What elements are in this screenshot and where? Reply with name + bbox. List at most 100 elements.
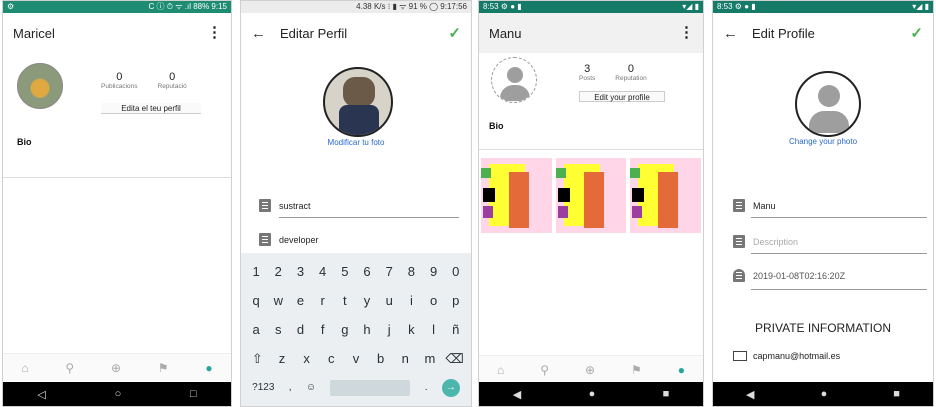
- home-icon[interactable]: ⌂: [21, 361, 28, 375]
- stat-reputation: 0 Reputation: [615, 63, 646, 82]
- key[interactable]: 7: [379, 264, 399, 279]
- location-icon[interactable]: ⚑: [631, 363, 642, 377]
- key[interactable]: l: [424, 322, 444, 337]
- key[interactable]: 8: [401, 264, 421, 279]
- save-check-icon[interactable]: ✓: [448, 24, 461, 42]
- edit-profile-button[interactable]: Edit your profile: [579, 91, 665, 102]
- recents-icon[interactable]: ■: [663, 388, 670, 400]
- key[interactable]: 1: [246, 264, 266, 279]
- post-thumbnail[interactable]: [555, 158, 627, 233]
- key[interactable]: 4: [313, 264, 333, 279]
- app-bar: Manu ⋮: [479, 13, 703, 53]
- key[interactable]: m: [420, 351, 440, 366]
- app-bar: Maricel ⋮: [3, 13, 231, 53]
- app-bar: ← Edit Profile ✓: [713, 13, 933, 53]
- back-arrow-icon[interactable]: ←: [723, 25, 738, 42]
- search-icon[interactable]: ⚲: [540, 363, 549, 377]
- key[interactable]: 3: [290, 264, 310, 279]
- space-bar[interactable]: [330, 379, 411, 396]
- person-icon[interactable]: ●: [205, 361, 212, 375]
- overflow-menu-icon[interactable]: ⋮: [207, 25, 222, 40]
- post-thumbnail[interactable]: [630, 158, 702, 233]
- key[interactable]: h: [357, 322, 377, 337]
- avatar-head: [507, 67, 523, 83]
- avatar[interactable]: [17, 63, 63, 109]
- home-button-icon[interactable]: ○: [115, 388, 122, 400]
- back-icon[interactable]: ◁: [37, 388, 45, 401]
- profile-photo[interactable]: [323, 67, 393, 137]
- description-field[interactable]: developer: [259, 233, 319, 246]
- key[interactable]: i: [401, 293, 421, 308]
- period-key[interactable]: .: [425, 382, 428, 393]
- key[interactable]: ñ: [446, 322, 466, 337]
- description-field[interactable]: Description: [733, 235, 798, 248]
- emoji-key[interactable]: ☺: [306, 382, 316, 393]
- key[interactable]: z: [272, 351, 292, 366]
- key[interactable]: q: [246, 293, 266, 308]
- key[interactable]: ⌫: [445, 351, 465, 367]
- home-icon[interactable]: ⌂: [497, 363, 504, 377]
- key[interactable]: w: [268, 293, 288, 308]
- overflow-menu-icon[interactable]: ⋮: [679, 25, 694, 40]
- edit-profile-button[interactable]: Edita el teu perfil: [101, 103, 201, 114]
- location-icon[interactable]: ⚑: [158, 361, 169, 375]
- recents-icon[interactable]: □: [190, 388, 197, 400]
- key[interactable]: n: [395, 351, 415, 366]
- name-field[interactable]: sustract: [259, 199, 311, 212]
- key[interactable]: c: [321, 351, 341, 366]
- recents-icon[interactable]: ■: [893, 388, 900, 400]
- key[interactable]: 0: [446, 264, 466, 279]
- change-photo-link[interactable]: Modificar tu foto: [241, 138, 471, 147]
- email-field[interactable]: capmanu@hotmail.es: [733, 351, 840, 361]
- key[interactable]: 9: [424, 264, 444, 279]
- post-thumbnail[interactable]: [481, 158, 552, 233]
- key[interactable]: p: [446, 293, 466, 308]
- key[interactable]: d: [290, 322, 310, 337]
- key[interactable]: j: [379, 322, 399, 337]
- back-icon[interactable]: ◀: [746, 388, 754, 401]
- home-button-icon[interactable]: ●: [821, 388, 828, 400]
- date-field[interactable]: 2019-01-08T02:16:20Z: [733, 269, 845, 282]
- stat-reputation: 0 Reputació: [158, 71, 187, 90]
- add-icon[interactable]: ⊕: [111, 361, 121, 375]
- key[interactable]: u: [379, 293, 399, 308]
- phone-profile-maricel: ⚙ C ⓘ ⏱ ᯤ .ıl 88% 9:15 Maricel ⋮ 0 Publi…: [2, 0, 232, 407]
- key[interactable]: b: [371, 351, 391, 366]
- symbols-key[interactable]: ?123: [252, 382, 274, 393]
- avatar-body: [809, 111, 849, 133]
- status-left: 8:53 ⚙ ● ▮: [717, 2, 756, 11]
- change-photo-link[interactable]: Change your photo: [713, 137, 933, 146]
- key[interactable]: f: [313, 322, 333, 337]
- enter-key[interactable]: →: [441, 378, 460, 397]
- key[interactable]: e: [290, 293, 310, 308]
- key[interactable]: k: [401, 322, 421, 337]
- person-badge-icon: [259, 199, 271, 212]
- key[interactable]: 2: [268, 264, 288, 279]
- key[interactable]: t: [335, 293, 355, 308]
- key[interactable]: r: [313, 293, 333, 308]
- bottom-navigation: ⌂ ⚲ ⊕ ⚑ ●: [479, 355, 703, 383]
- avatar[interactable]: [491, 57, 537, 103]
- key[interactable]: x: [297, 351, 317, 366]
- person-icon[interactable]: ●: [678, 363, 685, 377]
- key[interactable]: y: [357, 293, 377, 308]
- name-field[interactable]: Manu: [733, 199, 776, 212]
- key[interactable]: ⇧: [247, 351, 267, 367]
- key[interactable]: o: [424, 293, 444, 308]
- key[interactable]: s: [268, 322, 288, 337]
- home-button-icon[interactable]: ●: [589, 388, 596, 400]
- back-arrow-icon[interactable]: ←: [251, 25, 266, 42]
- posts-label: Posts: [579, 75, 596, 82]
- search-icon[interactable]: ⚲: [65, 361, 74, 375]
- key[interactable]: 6: [357, 264, 377, 279]
- key[interactable]: g: [335, 322, 355, 337]
- key[interactable]: v: [346, 351, 366, 366]
- comma-key[interactable]: ,: [289, 382, 292, 393]
- bottom-navigation: ⌂ ⚲ ⊕ ⚑ ●: [3, 353, 231, 381]
- back-icon[interactable]: ◀: [513, 388, 521, 401]
- key[interactable]: a: [246, 322, 266, 337]
- key[interactable]: 5: [335, 264, 355, 279]
- save-check-icon[interactable]: ✓: [910, 24, 923, 42]
- profile-photo[interactable]: [795, 71, 861, 137]
- add-icon[interactable]: ⊕: [585, 363, 595, 377]
